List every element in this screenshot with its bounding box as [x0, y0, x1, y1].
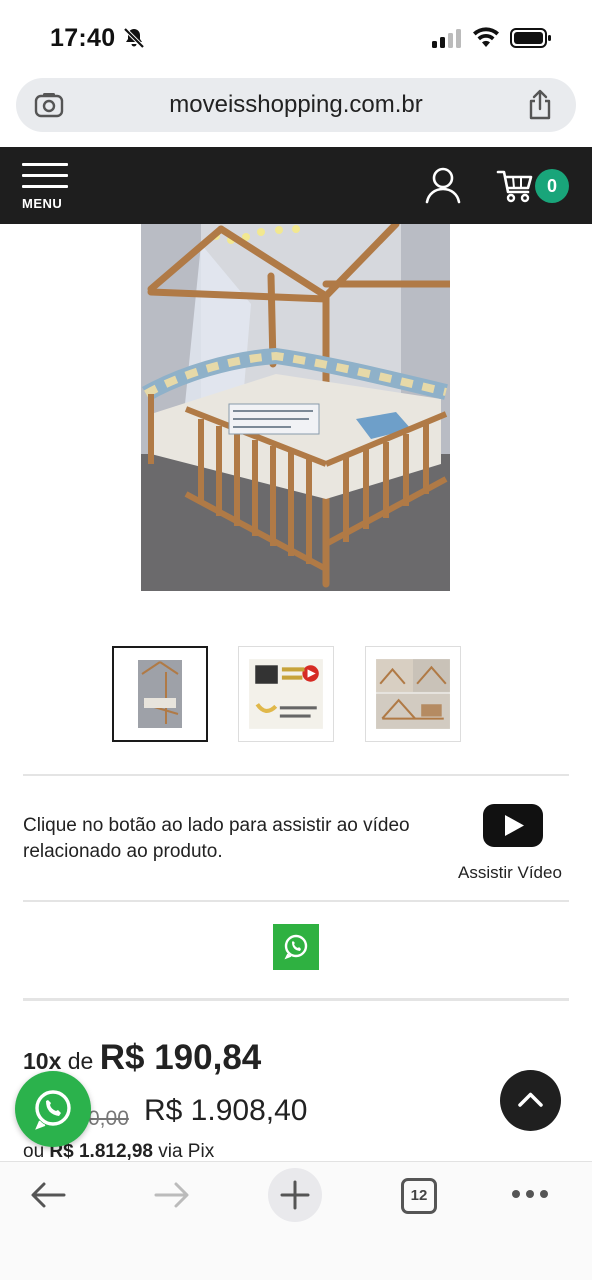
installment-value: R$ 190,84 — [99, 1038, 262, 1077]
battery-icon — [510, 28, 551, 48]
product-main-image[interactable] — [141, 224, 450, 591]
address-bar[interactable]: moveisshopping.com.br — [16, 78, 576, 132]
pix-suffix: via Pix — [158, 1141, 215, 1162]
menu-label: MENU — [22, 196, 63, 211]
cart-count-badge[interactable]: 0 — [535, 169, 569, 203]
chevron-up-icon — [518, 1092, 543, 1107]
whatsapp-share-button[interactable] — [273, 924, 319, 970]
menu-button[interactable]: MENU — [22, 163, 68, 211]
total-price: R$ 1.908,40 — [144, 1094, 308, 1127]
back-arrow-icon[interactable] — [28, 1180, 68, 1210]
divider — [23, 774, 569, 776]
share-icon[interactable] — [526, 89, 554, 121]
cart-icon[interactable] — [496, 168, 534, 204]
divider — [23, 998, 569, 1001]
divider — [23, 900, 569, 902]
thumbnail-2-image — [249, 659, 323, 729]
cellular-signal-icon — [432, 28, 461, 48]
thumbnail-2[interactable] — [238, 646, 334, 742]
status-bar: 17:40 — [0, 0, 592, 78]
hamburger-icon — [22, 163, 68, 166]
browser-toolbar: 12 — [0, 1161, 592, 1280]
more-options-icon[interactable] — [512, 1190, 548, 1198]
old-price: 0,00 — [88, 1107, 129, 1130]
thumbnail-1[interactable] — [112, 646, 208, 742]
forward-arrow-icon[interactable] — [152, 1180, 192, 1210]
status-time: 17:40 — [50, 24, 116, 52]
video-description: Clique no botão ao lado para assistir ao… — [23, 815, 410, 862]
thumbnail-3-image — [376, 659, 450, 729]
whatsapp-icon — [35, 1090, 71, 1130]
bell-off-icon — [123, 27, 145, 49]
wifi-icon — [473, 27, 499, 47]
back-to-top-button[interactable] — [500, 1070, 561, 1131]
whatsapp-icon — [284, 934, 308, 960]
thumbnail-1-image — [138, 660, 182, 728]
tab-switcher-button[interactable]: 12 — [401, 1178, 437, 1214]
plus-icon — [280, 1180, 310, 1210]
user-account-icon[interactable] — [424, 166, 462, 204]
url-text[interactable]: moveisshopping.com.br — [16, 91, 576, 119]
watch-video-label[interactable]: Assistir Vídeo — [458, 863, 562, 883]
new-tab-button[interactable] — [268, 1168, 322, 1222]
play-icon — [505, 815, 524, 836]
play-video-button[interactable] — [483, 804, 543, 847]
whatsapp-chat-button[interactable] — [15, 1071, 91, 1147]
thumbnail-3[interactable] — [365, 646, 461, 742]
